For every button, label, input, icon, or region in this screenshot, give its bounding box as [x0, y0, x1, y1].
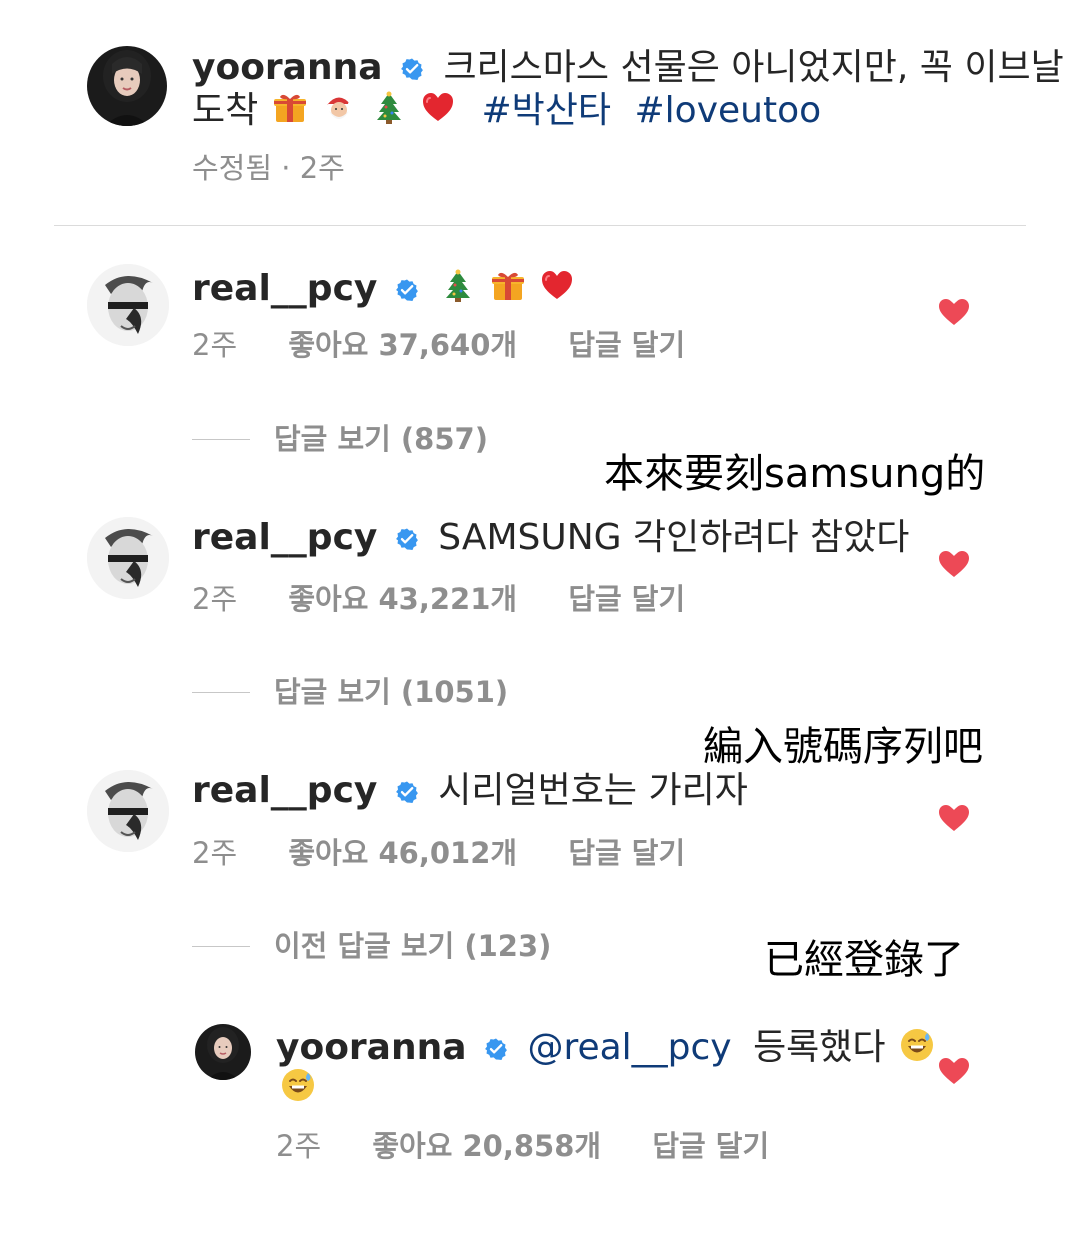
verified-badge-icon	[400, 57, 424, 81]
comment-time: 2주	[192, 836, 238, 870]
post-comments-divider	[54, 225, 1026, 226]
red-heart-emoji	[420, 90, 456, 126]
overlay-note-3: 已經登錄了	[764, 937, 964, 983]
comment-reply-button[interactable]: 답글 달기	[568, 331, 685, 360]
reply-avatar[interactable]	[195, 1024, 251, 1080]
thread-line	[192, 692, 250, 693]
comment-avatar-image	[87, 517, 169, 599]
santa-emoji	[321, 90, 357, 126]
sweat-smile-emoji	[280, 1067, 316, 1103]
view-previous-replies-button[interactable]: 이전 답글 보기 (123)	[274, 932, 551, 961]
reply-reply-button[interactable]: 답글 달기	[652, 1132, 769, 1161]
overlay-note-2: 編入號碼序列吧	[703, 724, 983, 770]
comment-username[interactable]: real__pcy	[192, 517, 377, 558]
comment-avatar[interactable]	[87, 770, 169, 852]
avatar-image	[87, 46, 167, 126]
hashtag-park-santa[interactable]: #박산타	[482, 90, 612, 131]
reply-time: 2주	[276, 1129, 322, 1163]
red-heart-emoji	[539, 268, 575, 304]
reply-mention[interactable]: @real__pcy	[527, 1027, 731, 1068]
reply-line-2	[278, 1067, 316, 1106]
instagram-comments-screen: yooranna 크리스마스 선물은 아니었지만, 꼭 이브날 도착 #박산타 …	[0, 0, 1080, 1247]
post-meta: 수정됨 · 2주	[192, 151, 345, 185]
sweat-smile-emoji	[899, 1027, 935, 1063]
comment-meta: 2주 좋아요 37,640개 답글 달기	[192, 331, 685, 360]
comment-line-1: real__pcy	[192, 268, 575, 307]
post-author-avatar[interactable]	[87, 46, 167, 126]
comment-avatar[interactable]	[87, 264, 169, 346]
heart-icon[interactable]	[938, 298, 970, 326]
comment-username[interactable]: real__pcy	[192, 770, 377, 811]
verified-badge-icon	[395, 527, 419, 551]
gift-emoji	[490, 268, 526, 304]
view-replies-button[interactable]: 답글 보기 (857)	[274, 425, 488, 454]
post-caption-line-1: yooranna 크리스마스 선물은 아니었지만, 꼭 이브날	[192, 50, 1064, 86]
reply-line-1: yooranna @real__pcy 등록했다	[276, 1027, 935, 1066]
comment-line-3: real__pcy 시리얼번호는 가리자	[192, 773, 748, 809]
heart-icon[interactable]	[938, 1057, 970, 1085]
comment-username[interactable]: real__pcy	[192, 268, 377, 309]
reply-likes[interactable]: 좋아요 20,858개	[372, 1132, 601, 1161]
comment-line-2: real__pcy SAMSUNG 각인하려다 참았다	[192, 520, 909, 556]
reply-username[interactable]: yooranna	[276, 1027, 467, 1068]
comment-avatar-image	[87, 264, 169, 346]
comment-meta: 2주 좋아요 46,012개 답글 달기	[192, 839, 685, 868]
christmas-tree-emoji	[440, 268, 476, 304]
heart-icon[interactable]	[938, 804, 970, 832]
post-caption-line-2: 도착 #박산타 #loveutoo	[192, 90, 821, 129]
comment-likes[interactable]: 좋아요 43,221개	[288, 585, 517, 614]
verified-badge-icon	[395, 780, 419, 804]
post-caption-text: 크리스마스 선물은 아니었지만, 꼭 이브날	[443, 47, 1064, 88]
comment-time: 2주	[192, 328, 238, 362]
reply-avatar-image	[195, 1024, 251, 1080]
comment-time: 2주	[192, 582, 238, 616]
post-caption-text-2: 도착	[192, 90, 259, 131]
view-replies-button[interactable]: 답글 보기 (1051)	[274, 678, 508, 707]
verified-badge-icon	[484, 1037, 508, 1061]
comment-avatar[interactable]	[87, 517, 169, 599]
christmas-tree-emoji	[371, 90, 407, 126]
verified-badge-icon	[395, 278, 419, 302]
reply-meta: 2주 좋아요 20,858개 답글 달기	[276, 1132, 769, 1161]
heart-icon[interactable]	[938, 550, 970, 578]
post-author-username[interactable]: yooranna	[192, 47, 383, 88]
comment-avatar-image	[87, 770, 169, 852]
comment-reply-button[interactable]: 답글 달기	[568, 839, 685, 868]
comment-reply-button[interactable]: 답글 달기	[568, 585, 685, 614]
overlay-note-1: 本來要刻samsung的	[604, 451, 986, 497]
hashtag-loveutoo[interactable]: #loveutoo	[635, 90, 822, 131]
comment-likes[interactable]: 좋아요 37,640개	[288, 331, 517, 360]
thread-line	[192, 946, 250, 947]
thread-line	[192, 439, 250, 440]
comment-text: 시리얼번호는 가리자	[438, 770, 748, 811]
gift-emoji	[272, 90, 308, 126]
comment-likes[interactable]: 좋아요 46,012개	[288, 839, 517, 868]
comment-meta: 2주 좋아요 43,221개 답글 달기	[192, 585, 685, 614]
reply-text: 등록했다	[753, 1027, 886, 1068]
comment-text: SAMSUNG 각인하려다 참았다	[438, 517, 910, 558]
